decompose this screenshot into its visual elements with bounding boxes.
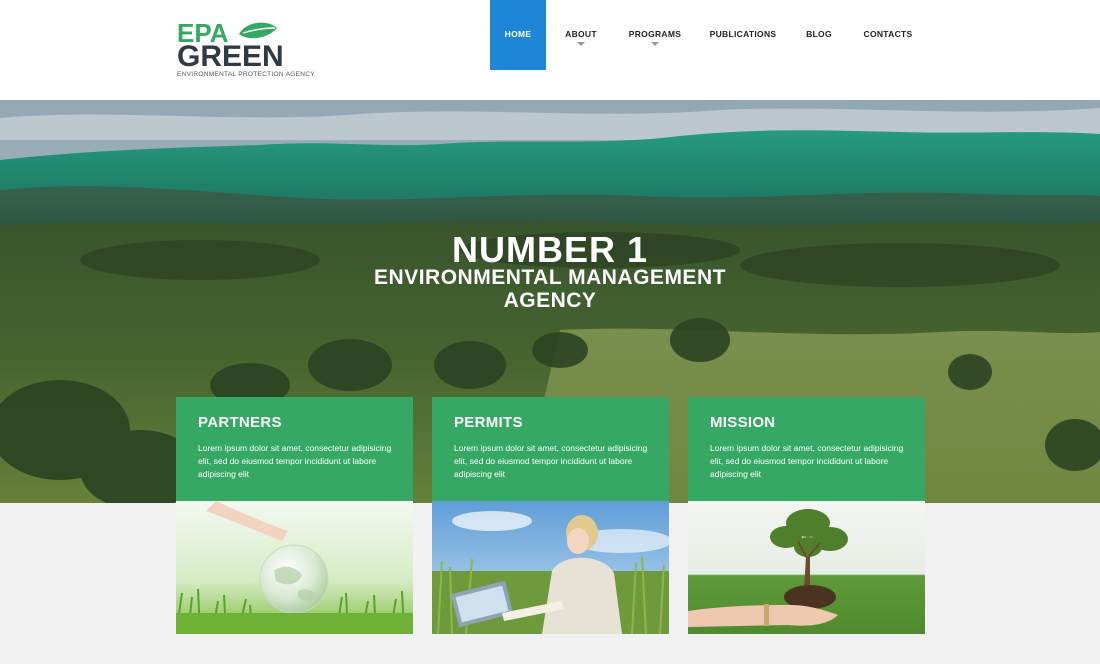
hero-title: NUMBER 1	[451, 229, 648, 270]
chevron-down-icon	[577, 42, 585, 46]
chevron-down-icon	[651, 42, 659, 46]
nav-about-label: ABOUT	[565, 29, 597, 39]
card-header: PERMITS Lorem ipsum dolor sit amet, cons…	[432, 397, 669, 501]
card-partners[interactable]: PARTNERS Lorem ipsum dolor sit amet, con…	[176, 397, 413, 634]
logo-green-text: GREEN	[177, 40, 284, 73]
globe-grass-image	[176, 501, 413, 634]
leaf-icon	[239, 22, 277, 39]
card-text: Lorem ipsum dolor sit amet, consectetur …	[198, 443, 392, 479]
nav-about[interactable]: ABOUT	[557, 0, 605, 70]
nav-programs-label: PROGRAMS	[628, 29, 682, 39]
nav-blog[interactable]: BLOG	[800, 0, 838, 70]
nav-blog-label: BLOG	[806, 29, 832, 39]
hands-tree-image	[688, 501, 925, 634]
partners-image[interactable]	[176, 501, 413, 634]
nav-contacts-label: CONTACTS	[863, 29, 913, 39]
woman-laptop-field-image	[432, 501, 669, 634]
card-permits[interactable]: PERMITS Lorem ipsum dolor sit amet, cons…	[432, 397, 669, 634]
card-text: Lorem ipsum dolor sit amet, consectetur …	[454, 443, 648, 479]
card-text: Lorem ipsum dolor sit amet, consectetur …	[710, 443, 904, 479]
nav-home-label: HOME	[504, 29, 532, 39]
nav-home[interactable]: HOME	[490, 0, 546, 70]
mission-image[interactable]	[688, 501, 925, 634]
hero-subtitle-line1: ENVIRONMENTAL MANAGEMENT	[374, 266, 726, 289]
card-title: PARTNERS	[198, 414, 282, 431]
card-header: PARTNERS Lorem ipsum dolor sit amet, con…	[176, 397, 413, 501]
card-mission[interactable]: MISSION Lorem ipsum dolor sit amet, cons…	[688, 397, 925, 634]
nav-programs[interactable]: PROGRAMS	[626, 0, 684, 70]
hero-subtitle-line2: AGENCY	[503, 289, 597, 312]
site-header: EPA GREEN ENVIRONMENTAL PROTECTION AGENC…	[0, 0, 1100, 100]
permits-image[interactable]	[432, 501, 669, 634]
card-title: PERMITS	[454, 414, 523, 431]
logo-tagline: ENVIRONMENTAL PROTECTION AGENCY	[177, 71, 315, 78]
nav-publications[interactable]: PUBLICATIONS	[710, 0, 776, 70]
nav-contacts[interactable]: CONTACTS	[862, 0, 914, 70]
card-title: MISSION	[710, 414, 776, 431]
site-logo[interactable]: EPA GREEN ENVIRONMENTAL PROTECTION AGENC…	[177, 20, 315, 82]
nav-publications-label: PUBLICATIONS	[709, 29, 777, 39]
card-header: MISSION Lorem ipsum dolor sit amet, cons…	[688, 397, 925, 501]
